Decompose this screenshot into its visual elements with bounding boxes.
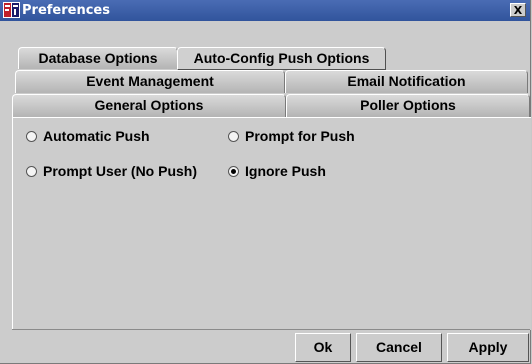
tab-label: Event Management (86, 73, 214, 89)
button-label: Apply (468, 339, 508, 355)
preferences-window: Preferences X Database Options Auto-Conf… (0, 0, 531, 364)
radio-label: Prompt User (No Push) (43, 163, 198, 179)
radio-checked-icon[interactable] (228, 165, 239, 177)
tab-event-management[interactable]: Event Management (15, 70, 285, 93)
radio-ignore-push[interactable]: Ignore Push (228, 163, 326, 179)
radio-automatic-push[interactable]: Automatic Push (26, 128, 150, 144)
tab-label: Poller Options (360, 97, 456, 113)
cancel-button[interactable]: Cancel (356, 333, 442, 362)
ok-button[interactable]: Ok (295, 333, 351, 362)
tab-label: General Options (94, 97, 204, 113)
tab-database-options[interactable]: Database Options (18, 47, 178, 69)
window-title: Preferences (22, 3, 110, 18)
radio-prompt-for-push[interactable]: Prompt for Push (228, 128, 355, 144)
close-button[interactable]: X (510, 3, 526, 17)
tab-label: Database Options (38, 50, 158, 66)
radio-label: Prompt for Push (245, 128, 355, 144)
radio-label: Automatic Push (43, 128, 150, 144)
radio-unchecked-icon[interactable] (26, 130, 37, 142)
tab-email-notification[interactable]: Email Notification (285, 70, 528, 93)
button-label: Ok (313, 339, 333, 355)
tab-label: Auto-Config Push Options (193, 50, 370, 66)
radio-prompt-user-no-push[interactable]: Prompt User (No Push) (26, 163, 197, 179)
tab-general-options[interactable]: General Options (12, 94, 286, 117)
tab-label: Email Notification (347, 73, 466, 89)
radio-dot (231, 168, 236, 174)
radio-label: Ignore Push (245, 163, 326, 179)
app-logo-icon (3, 2, 20, 18)
button-label: Cancel (376, 339, 422, 355)
tab-auto-config-push-options[interactable]: Auto-Config Push Options (177, 47, 386, 70)
title-bar[interactable]: Preferences X (0, 0, 530, 21)
apply-button[interactable]: Apply (447, 333, 529, 362)
tab-poller-options[interactable]: Poller Options (286, 94, 530, 117)
radio-unchecked-icon[interactable] (228, 130, 239, 142)
close-icon: X (513, 4, 523, 17)
auto-config-push-panel: Automatic Push Prompt for Push Prompt Us… (12, 117, 531, 330)
radio-unchecked-icon[interactable] (26, 165, 37, 177)
